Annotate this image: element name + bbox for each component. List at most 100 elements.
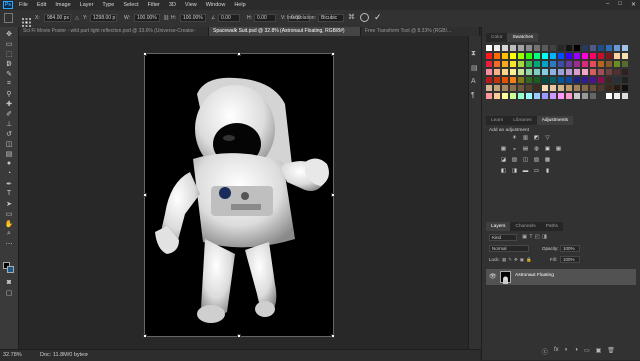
color-swatch[interactable] [502,53,508,59]
color-swatch[interactable] [614,93,620,99]
history-panel-icon[interactable]: ⧗ [471,50,476,58]
color-swatch[interactable] [574,93,580,99]
adjustment-icon[interactable]: ▩ [544,157,551,163]
paragraph-panel-icon[interactable]: ¶ [471,92,475,99]
color-swatch[interactable] [542,93,548,99]
color-swatch[interactable] [574,53,580,59]
color-swatch[interactable] [502,85,508,91]
color-swatch[interactable] [542,45,548,51]
color-swatch[interactable] [494,93,500,99]
color-swatch[interactable] [494,77,500,83]
menu-help[interactable]: Help [234,2,245,8]
color-swatch[interactable] [510,61,516,67]
color-swatch[interactable] [590,61,596,67]
transform-handle-mr[interactable] [331,193,335,197]
interpolation-select[interactable]: Bicubic [318,14,344,22]
color-swatch[interactable] [534,53,540,59]
blend-mode-select[interactable]: Normal [489,245,529,252]
layer-style-icon[interactable]: fx [554,347,559,356]
color-swatch[interactable] [502,61,508,67]
cancel-transform-icon[interactable] [360,13,369,22]
color-swatch[interactable] [542,53,548,59]
color-swatch[interactable] [574,61,580,67]
color-swatch[interactable] [494,69,500,75]
path-selection-tool-icon[interactable]: ➤ [4,200,14,208]
color-swatch[interactable] [590,53,596,59]
color-swatch[interactable] [486,61,492,67]
color-swatch[interactable] [606,85,612,91]
color-swatch[interactable] [534,77,540,83]
transform-handle-tr[interactable] [331,52,335,56]
tab-channels[interactable]: Channels [510,222,540,231]
color-swatch[interactable] [606,53,612,59]
adjustment-icon[interactable]: ◫ [522,157,529,163]
crop-tool-icon[interactable]: ⌗ [4,80,14,87]
healing-brush-tool-icon[interactable]: ✚ [4,100,14,108]
color-swatch[interactable] [526,77,532,83]
color-swatch[interactable] [534,85,540,91]
color-swatch[interactable] [566,85,572,91]
color-swatch[interactable] [582,69,588,75]
angle-input[interactable]: 0.00 [218,14,240,22]
adjustment-icon[interactable]: ▽ [544,135,551,141]
layer-name[interactable]: Astronaut Floating [515,273,554,279]
adjustment-icon[interactable]: ☀ [511,135,518,141]
color-swatch[interactable] [526,45,532,51]
color-swatch[interactable] [526,69,532,75]
menu-layer[interactable]: Layer [80,2,94,8]
color-swatch[interactable] [566,45,572,51]
color-swatch[interactable] [598,93,604,99]
doc-size[interactable]: Doc: 11.8M/0 bytes [40,352,87,359]
tab-learn[interactable]: Learn [486,116,508,125]
color-swatch[interactable] [502,77,508,83]
color-swatch[interactable] [614,53,620,59]
color-swatch[interactable] [550,85,556,91]
color-swatch[interactable] [526,61,532,67]
warp-mode-icon[interactable]: ⌘ [348,14,356,22]
color-swatch[interactable] [566,69,572,75]
color-swatch[interactable] [494,45,500,51]
move-tool-preset-icon[interactable] [4,13,13,23]
color-swatch[interactable] [518,85,524,91]
color-swatch[interactable] [598,53,604,59]
menu-select[interactable]: Select [123,2,138,8]
color-swatch[interactable] [598,85,604,91]
color-swatch[interactable] [606,69,612,75]
adjustment-icon[interactable]: ▭ [533,168,540,174]
color-swatch[interactable] [614,69,620,75]
maximize-button[interactable]: □ [618,1,622,8]
adjustment-icon[interactable]: ◧ [500,168,507,174]
color-swatch[interactable] [542,61,548,67]
color-swatch[interactable] [542,77,548,83]
color-swatch[interactable] [614,45,620,51]
move-tool-icon[interactable]: ✥ [4,30,14,38]
link-icon[interactable]: ⛓ [163,15,169,21]
tab-libraries[interactable]: Libraries [508,116,536,125]
color-swatch[interactable] [614,61,620,67]
new-group-icon[interactable]: ▭ [584,347,590,356]
link-layers-icon[interactable]: ⓒ [542,347,548,356]
color-swatch[interactable] [518,69,524,75]
color-swatch[interactable] [590,85,596,91]
color-swatch[interactable] [574,85,580,91]
history-brush-tool-icon[interactable]: ↺ [4,130,14,138]
color-swatch[interactable] [542,85,548,91]
color-swatch[interactable] [550,77,556,83]
tab-paths[interactable]: Paths [541,222,563,231]
tab-layers[interactable]: Layers [486,222,511,231]
adjustment-icon[interactable]: ◩ [533,135,540,141]
color-swatch[interactable] [494,85,500,91]
menu-view[interactable]: View [185,2,197,8]
color-swatch[interactable] [534,61,540,67]
color-swatch[interactable] [510,77,516,83]
rectangle-tool-icon[interactable]: ▭ [4,210,14,218]
status-arrow-icon[interactable]: › [86,352,88,358]
color-swatch[interactable] [526,85,532,91]
lock-icons[interactable]: ▦✎✥▣🔒 [502,257,534,263]
color-swatch[interactable] [558,77,564,83]
adjustment-layer-icon[interactable]: ◑ [574,347,578,356]
tab-swatches[interactable]: Swatches [507,33,539,42]
add-mask-icon[interactable]: ◐ [565,347,569,356]
adjustment-icon[interactable]: ▦ [555,146,562,152]
new-layer-icon[interactable]: ▣ [596,347,602,356]
